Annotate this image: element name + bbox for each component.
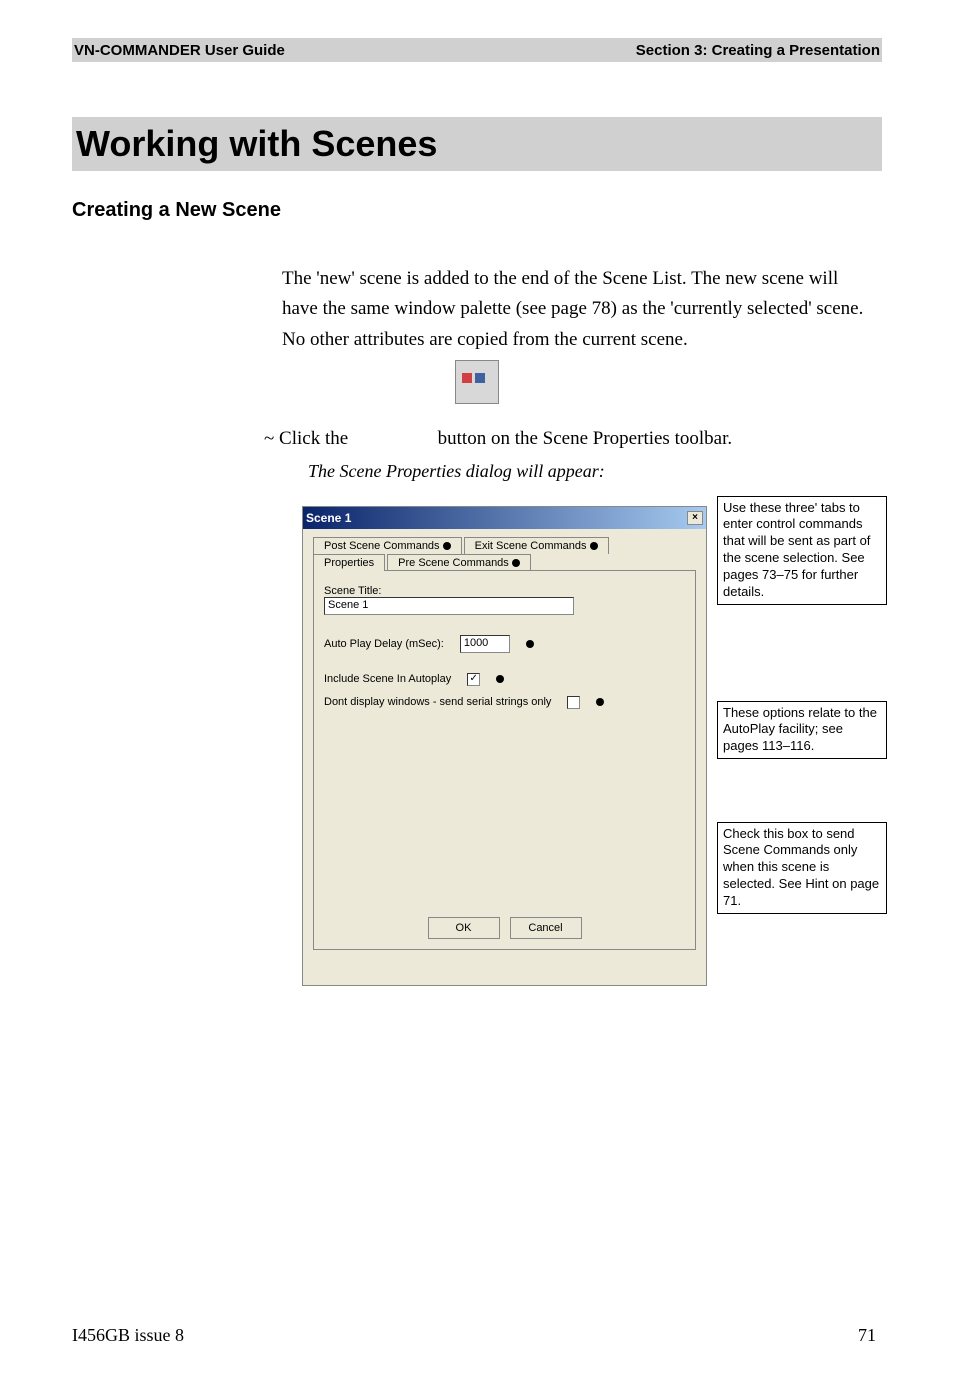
scene-title-input[interactable]: Scene 1	[324, 597, 574, 615]
dialog-title: Scene 1	[306, 511, 351, 525]
autoplay-delay-row: Auto Play Delay (mSec): 1000	[324, 635, 685, 653]
annotation-tabs: Use these three' tabs to enter control c…	[717, 496, 887, 605]
toolbar-icon-wrapper	[0, 360, 954, 404]
header-right-text: Section 3: Creating a Presentation	[636, 42, 880, 59]
dialog-titlebar: Scene 1 ×	[303, 507, 706, 529]
dont-display-label: Dont display windows - send serial strin…	[324, 696, 551, 708]
header-left-text: VN-COMMANDER User Guide	[74, 42, 285, 59]
marker-dot-icon	[590, 542, 598, 550]
annotation-checkbox: Check this box to send Scene Commands on…	[717, 822, 887, 914]
autoplay-delay-input[interactable]: 1000	[460, 635, 510, 653]
main-title: Working with Scenes	[76, 123, 437, 164]
marker-dot-icon	[526, 640, 534, 648]
new-scene-toolbar-icon	[455, 360, 499, 404]
footer-page-number: 71	[858, 1325, 876, 1346]
include-autoplay-row: Include Scene In Autoplay ✓	[324, 673, 685, 686]
footer-issue: I456GB issue 8	[72, 1325, 184, 1346]
cancel-button[interactable]: Cancel	[510, 917, 582, 939]
include-autoplay-checkbox[interactable]: ✓	[467, 673, 480, 686]
marker-dot-icon	[496, 675, 504, 683]
tabs-row-1: Post Scene Commands Exit Scene Commands	[313, 537, 696, 554]
marker-dot-icon	[596, 698, 604, 706]
scene-properties-dialog: Scene 1 × Post Scene Commands Exit Scene…	[302, 506, 707, 986]
tab-properties[interactable]: Properties	[313, 554, 385, 571]
tabs-row-2: Properties Pre Scene Commands	[313, 554, 696, 571]
page-footer: I456GB issue 8 71	[72, 1325, 876, 1346]
instruction-line: ~ Click the button on the Scene Properti…	[282, 424, 874, 454]
annotation-autoplay: These options relate to the AutoPlay fac…	[717, 701, 887, 760]
body-paragraph: The 'new' scene is added to the end of t…	[282, 264, 874, 355]
scene-title-label: Scene Title:	[324, 585, 685, 597]
italic-caption: The Scene Properties dialog will appear:	[308, 461, 874, 482]
instruction-prefix: ~ Click the	[264, 428, 348, 449]
dialog-area: Scene 1 × Post Scene Commands Exit Scene…	[280, 492, 890, 1012]
dialog-button-row: OK Cancel	[428, 917, 582, 939]
page-header: VN-COMMANDER User Guide Section 3: Creat…	[72, 38, 882, 62]
tab-pre-scene-commands[interactable]: Pre Scene Commands	[387, 554, 531, 571]
autoplay-delay-label: Auto Play Delay (mSec):	[324, 638, 444, 650]
dont-display-checkbox[interactable]	[567, 696, 580, 709]
marker-dot-icon	[512, 559, 520, 567]
instruction-suffix: button on the Scene Properties toolbar.	[438, 428, 732, 449]
tab-properties-body: Scene Title: Scene 1 Auto Play Delay (mS…	[313, 570, 696, 950]
tab-exit-scene-commands[interactable]: Exit Scene Commands	[464, 537, 609, 554]
main-title-bar: Working with Scenes	[72, 117, 882, 171]
marker-dot-icon	[443, 542, 451, 550]
include-autoplay-label: Include Scene In Autoplay	[324, 673, 451, 685]
dont-display-row: Dont display windows - send serial strin…	[324, 696, 685, 709]
sub-title: Creating a New Scene	[72, 199, 954, 222]
close-button[interactable]: ×	[687, 511, 703, 525]
ok-button[interactable]: OK	[428, 917, 500, 939]
tab-post-scene-commands[interactable]: Post Scene Commands	[313, 537, 462, 554]
